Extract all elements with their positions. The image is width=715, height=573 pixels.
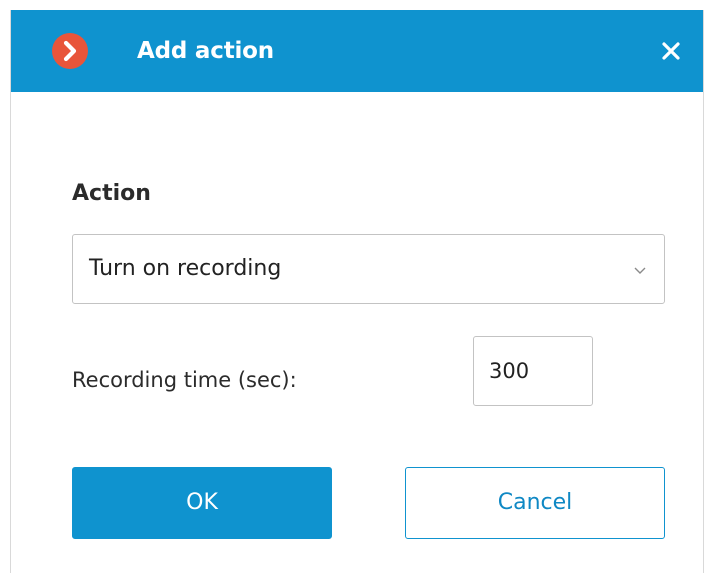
recording-time-label: Recording time (sec):	[72, 368, 297, 392]
chevron-down-icon	[632, 262, 648, 278]
close-icon	[662, 42, 680, 60]
app-logo-icon	[52, 33, 88, 69]
dialog-title: Add action	[137, 38, 274, 64]
add-action-dialog: Add action Action Turn on recording Reco…	[10, 10, 704, 573]
action-select[interactable]: Turn on recording	[72, 234, 665, 304]
dialog-titlebar: Add action	[11, 10, 703, 92]
ok-button[interactable]: OK	[72, 467, 332, 539]
recording-time-input[interactable]	[473, 336, 593, 406]
close-button[interactable]	[655, 35, 687, 67]
cancel-button[interactable]: Cancel	[405, 467, 665, 539]
action-label: Action	[72, 181, 151, 206]
action-select-value: Turn on recording	[89, 256, 282, 281]
